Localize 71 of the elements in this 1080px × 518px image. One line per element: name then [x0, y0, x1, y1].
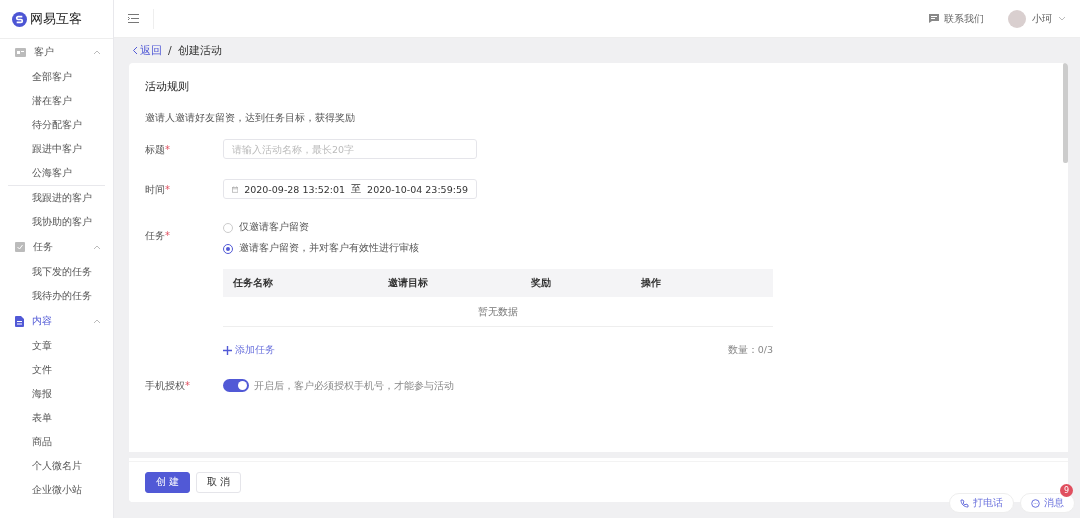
empty-message: 暂无数据 — [223, 297, 773, 327]
sidebar-item[interactable]: 表单 — [0, 406, 113, 430]
back-link[interactable]: 返回 — [132, 43, 162, 58]
menu-icon[interactable] — [128, 14, 139, 23]
sidebar-item[interactable]: 我协助的客户 — [0, 210, 113, 234]
checkbox-icon — [15, 242, 25, 252]
column-header: 操作 — [641, 276, 662, 290]
phone-icon — [960, 498, 969, 508]
logo-icon — [12, 11, 27, 27]
field-label: 手机授权 — [145, 380, 185, 391]
sidebar-item[interactable]: 文章 — [0, 334, 113, 358]
sidebar-item[interactable]: 公海客户 — [0, 161, 113, 185]
column-header: 奖励 — [531, 276, 552, 290]
chevron-icon — [93, 318, 101, 324]
chevron-icon — [93, 49, 101, 55]
required-mark: * — [165, 230, 170, 241]
document-icon — [15, 315, 24, 327]
message-button[interactable]: 消息 — [1020, 493, 1075, 513]
cancel-button[interactable]: 取 消 — [196, 471, 242, 493]
radio-option[interactable]: 仅邀请客户留资 — [223, 221, 419, 234]
chevron-left-icon — [132, 46, 138, 55]
title-input[interactable]: 请输入活动名称，最长20字 — [223, 139, 477, 159]
call-button[interactable]: 打电话 — [949, 493, 1014, 513]
chevron-icon — [93, 244, 101, 250]
sidebar-item[interactable]: 海报 — [0, 382, 113, 406]
sidebar-group[interactable]: 任务 — [0, 234, 113, 260]
sidebar-group[interactable]: 内容 — [0, 308, 113, 334]
sidebar-item[interactable]: 我跟进的客户 — [0, 186, 113, 210]
sidebar-item[interactable]: 我下发的任务 — [0, 260, 113, 284]
field-label: 标题 — [145, 144, 165, 155]
id-card-icon — [15, 47, 26, 57]
calendar-icon — [232, 184, 239, 194]
page-title: 创建活动 — [177, 43, 222, 58]
column-header: 任务名称 — [233, 276, 274, 290]
sidebar-item[interactable]: 全部客户 — [0, 65, 113, 89]
brand-name: 网易互客 — [30, 10, 82, 28]
sidebar-item[interactable]: 我待办的任务 — [0, 284, 113, 308]
sidebar-item[interactable]: 待分配客户 — [0, 113, 113, 137]
radio-option[interactable]: 邀请客户留资，并对客户有效性进行审核 — [223, 242, 419, 255]
range-separator: 至 — [351, 182, 362, 196]
field-label: 任务 — [145, 230, 165, 241]
plus-icon — [223, 345, 232, 355]
scrollbar[interactable] — [1063, 63, 1068, 163]
date-range-field[interactable]: 2020-09-28 13:52:01 至 2020-10-04 23:59:59 — [223, 179, 477, 199]
sidebar-item[interactable]: 个人微名片 — [0, 454, 113, 478]
field-label: 时间 — [145, 184, 165, 195]
section-title: 活动规则 — [145, 79, 190, 94]
column-header: 邀请目标 — [388, 276, 429, 290]
sidebar-item[interactable]: 跟进中客户 — [0, 137, 113, 161]
create-button[interactable]: 创 建 — [145, 471, 191, 493]
user-name[interactable]: 小珂 — [1032, 11, 1052, 26]
sidebar-item[interactable]: 文件 — [0, 358, 113, 382]
required-mark: * — [165, 144, 170, 155]
contact-link[interactable]: 联系我们 — [944, 11, 984, 26]
start-date: 2020-09-28 13:52:01 — [244, 183, 346, 195]
task-count: 数量：0/3 — [727, 343, 773, 357]
required-mark: * — [165, 184, 170, 195]
section-description: 邀请人邀请好友留资，达到任务目标，获得奖励 — [145, 112, 356, 125]
sidebar-group[interactable]: 客户 — [0, 39, 113, 65]
add-task-link[interactable]: 添加任务 — [223, 343, 275, 357]
sidebar-item[interactable]: 企业微小站 — [0, 478, 113, 502]
sidebar-item[interactable]: 潜在客户 — [0, 89, 113, 113]
breadcrumb-separator: / — [168, 44, 172, 57]
required-mark: * — [185, 380, 190, 391]
sidebar-item[interactable]: 商品 — [0, 430, 113, 454]
toggle-switch[interactable] — [223, 379, 249, 392]
chevron-icon — [1058, 16, 1066, 21]
chat-bubble-icon — [1031, 498, 1040, 508]
end-date: 2020-10-04 23:59:59 — [367, 183, 468, 195]
chat-icon — [929, 14, 939, 23]
toggle-hint: 开启后，客户必须授权手机号，才能参与活动 — [254, 379, 454, 393]
